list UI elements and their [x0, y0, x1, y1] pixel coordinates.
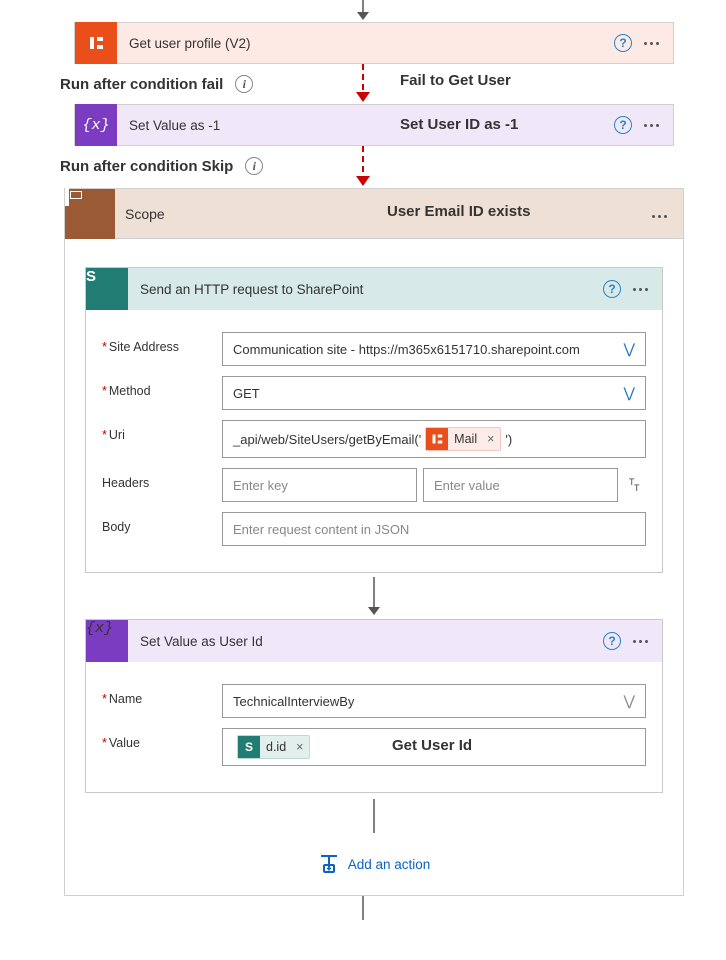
annotation-set-user-id-minus1: Set User ID as -1: [400, 116, 518, 133]
remove-token-icon[interactable]: ×: [487, 432, 494, 446]
label-headers: Headers: [102, 468, 222, 490]
add-action-label: Add an action: [348, 857, 431, 872]
arrow-down-icon: [364, 573, 384, 619]
chevron-down-icon: ⋁: [624, 693, 635, 710]
header-value-input[interactable]: Enter value: [423, 468, 618, 502]
sharepoint-icon: S: [238, 736, 260, 758]
label-name: *Name: [102, 684, 222, 706]
label-body: Body: [102, 512, 222, 534]
action-title: Set Value as -1: [117, 118, 220, 133]
remove-token-icon[interactable]: ×: [296, 740, 303, 754]
office365-icon: [75, 22, 117, 64]
arrow-down-icon: [364, 793, 384, 833]
header-key-input[interactable]: Enter key: [222, 468, 417, 502]
variable-icon: {x}: [75, 104, 117, 146]
runafter-fail-label: Run after condition fail: [60, 76, 223, 93]
action-get-user-profile[interactable]: Get user profile (V2) ?: [74, 22, 674, 64]
label-method: *Method: [102, 376, 222, 398]
label-uri: *Uri: [102, 420, 222, 442]
site-address-select[interactable]: Communication site - https://m365x615171…: [222, 332, 646, 366]
menu-icon[interactable]: [633, 288, 648, 291]
chevron-down-icon: ⋁: [624, 385, 635, 402]
action-header[interactable]: S Send an HTTP request to SharePoint ?: [86, 268, 662, 310]
arrow-down-icon: [353, 0, 373, 22]
add-action-icon: [318, 853, 340, 875]
runafter-skip-label: Run after condition Skip: [60, 158, 233, 175]
scope-title: Scope: [115, 206, 165, 222]
scope-icon: [65, 189, 115, 239]
action-title: Get user profile (V2): [117, 36, 251, 51]
annotation-get-user-id: Get User Id: [392, 737, 472, 754]
info-icon[interactable]: i: [235, 75, 253, 93]
sharepoint-icon: S: [86, 268, 128, 310]
annotation-fail-get-user: Fail to Get User: [400, 72, 511, 89]
help-icon[interactable]: ?: [603, 632, 621, 650]
office365-icon: [426, 428, 448, 450]
token-mail[interactable]: Mail ×: [425, 427, 501, 451]
action-title: Set Value as User Id: [128, 634, 263, 649]
scope-container: Scope User Email ID exists S Send an HTT…: [64, 188, 684, 896]
variable-icon: {x}: [86, 620, 128, 662]
variable-name-select[interactable]: TechnicalInterviewBy ⋁: [222, 684, 646, 718]
menu-icon[interactable]: [633, 640, 648, 643]
label-value: *Value: [102, 728, 222, 750]
add-action-button[interactable]: Add an action: [81, 853, 667, 875]
action-set-value-userid: {x} Set Value as User Id ? *Name Technic…: [85, 619, 663, 793]
action-title: Send an HTTP request to SharePoint: [128, 282, 363, 297]
body-input[interactable]: Enter request content in JSON: [222, 512, 646, 546]
scope-header[interactable]: Scope User Email ID exists: [65, 189, 683, 239]
arrow-dashed-down-icon: [353, 64, 373, 104]
menu-icon[interactable]: [652, 215, 667, 218]
menu-icon[interactable]: [644, 42, 659, 45]
text-mode-toggle-icon[interactable]: TT: [624, 474, 646, 496]
token-d-id[interactable]: S d.id ×: [237, 735, 310, 759]
svg-text:T: T: [634, 483, 640, 493]
action-set-value-minus1[interactable]: {x} Set Value as -1 ?: [74, 104, 674, 146]
action-send-http-sharepoint: S Send an HTTP request to SharePoint ? *…: [85, 267, 663, 573]
menu-icon[interactable]: [644, 124, 659, 127]
uri-input[interactable]: _api/web/SiteUsers/getByEmail(' Mail × '…: [222, 420, 646, 458]
help-icon[interactable]: ?: [614, 116, 632, 134]
label-site-address: *Site Address: [102, 332, 222, 354]
arrow-down-icon: [353, 896, 373, 920]
annotation-user-email-exists: User Email ID exists: [387, 203, 530, 220]
chevron-down-icon: ⋁: [624, 341, 635, 358]
action-header[interactable]: {x} Set Value as User Id ?: [86, 620, 662, 662]
method-select[interactable]: GET ⋁: [222, 376, 646, 410]
help-icon[interactable]: ?: [603, 280, 621, 298]
help-icon[interactable]: ?: [614, 34, 632, 52]
info-icon[interactable]: i: [245, 157, 263, 175]
arrow-dashed-down-icon: [353, 146, 373, 188]
